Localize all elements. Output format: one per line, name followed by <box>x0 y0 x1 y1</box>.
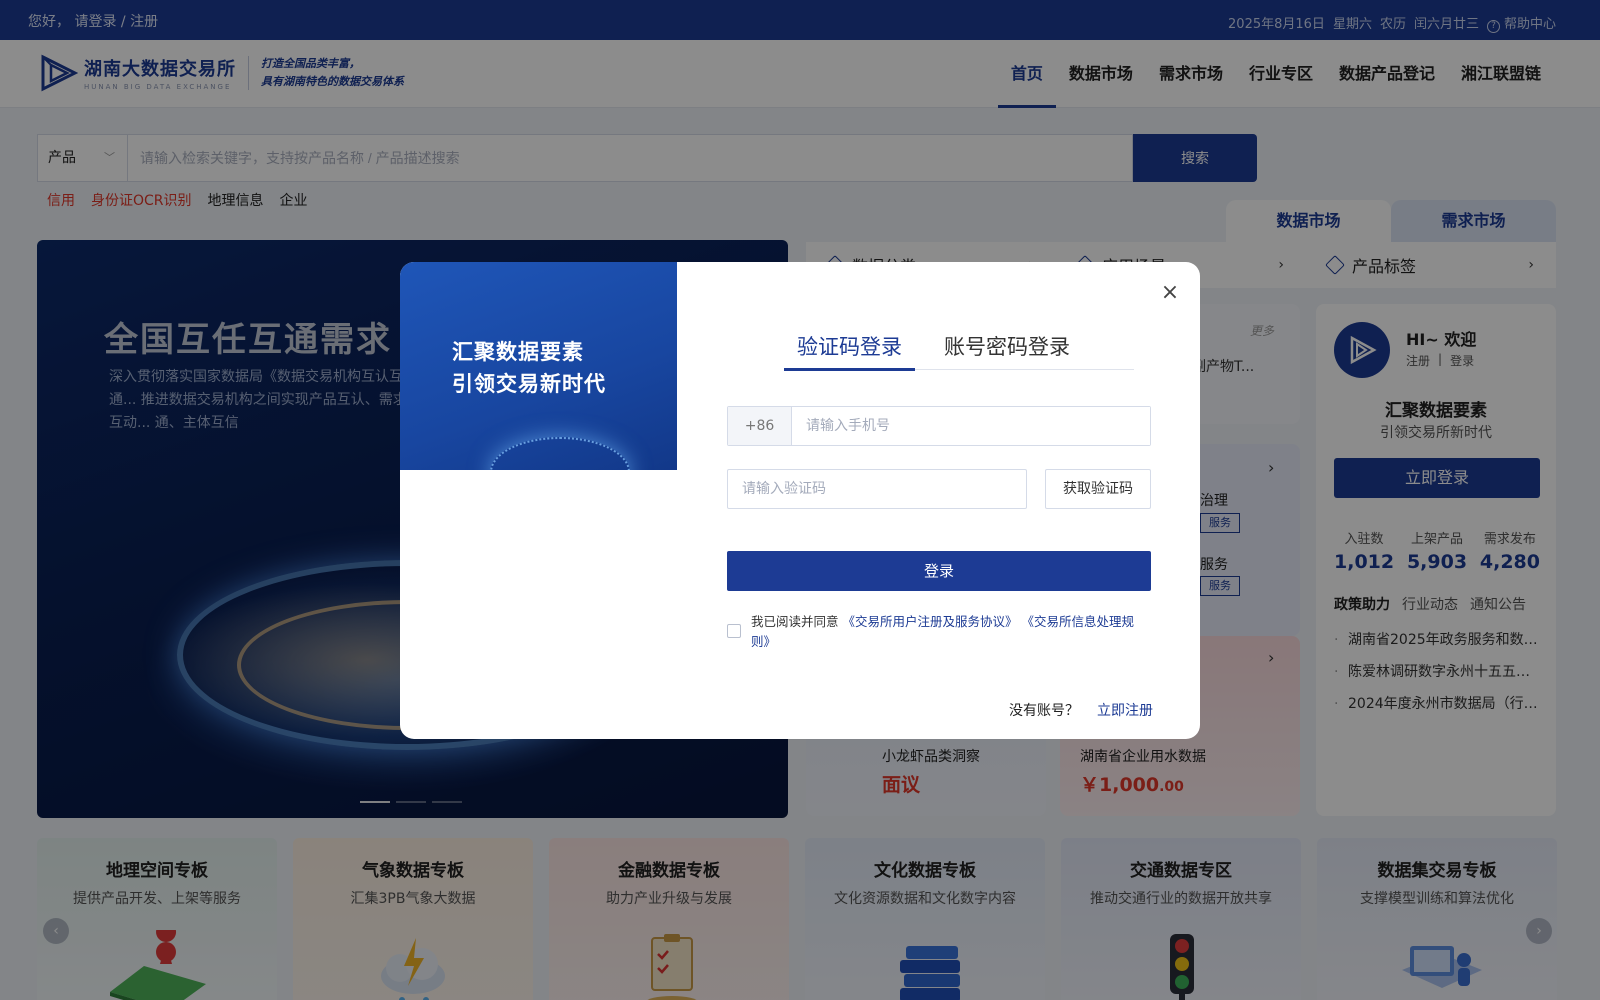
tab-sms-login[interactable]: 验证码登录 <box>784 330 915 371</box>
get-code-button[interactable]: 获取验证码 <box>1045 469 1151 509</box>
register-prompt: 没有账号？ 立即注册 <box>1009 700 1153 720</box>
agreement: 我已阅读并同意 《交易所用户注册及服务协议》 《交易所信息处理规则》 <box>727 612 1151 652</box>
tab-password-login[interactable]: 账号密码登录 <box>931 330 1083 370</box>
login-tabs: 验证码登录 账号密码登录 <box>784 330 1134 371</box>
verification-code-input[interactable] <box>727 469 1027 509</box>
close-icon[interactable]: × <box>1160 282 1180 304</box>
phone-input[interactable] <box>792 407 1150 445</box>
user-agreement-link[interactable]: 《交易所用户注册及服务协议》 <box>843 614 1018 629</box>
country-code[interactable]: +86 <box>728 407 792 445</box>
agreement-prefix: 我已阅读并同意 <box>751 614 839 629</box>
phone-field: +86 <box>727 406 1151 446</box>
modal-slogan-line-2: 引领交易新时代 <box>452 372 606 396</box>
modal-promo-panel: 汇聚数据要素 引领交易新时代 <box>400 262 677 470</box>
login-modal: 汇聚数据要素 引领交易新时代 × 验证码登录 账号密码登录 +86 获取验证码 … <box>400 262 1200 739</box>
globe-glow-art <box>490 437 630 470</box>
agreement-checkbox[interactable] <box>727 624 741 638</box>
register-now-link[interactable]: 立即注册 <box>1097 700 1153 720</box>
no-account-text: 没有账号？ <box>1009 703 1079 719</box>
modal-slogan-line-1: 汇聚数据要素 <box>452 340 584 364</box>
modal-slogan: 汇聚数据要素 引领交易新时代 <box>452 336 606 400</box>
login-button[interactable]: 登录 <box>727 551 1151 591</box>
